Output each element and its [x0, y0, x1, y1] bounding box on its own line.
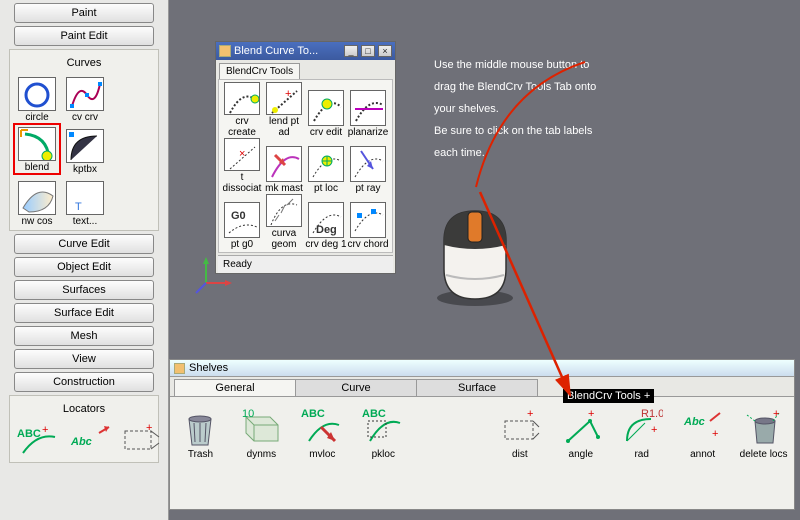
- construction-button[interactable]: Construction: [14, 372, 154, 392]
- shelves-titlebar[interactable]: Shelves: [170, 360, 794, 377]
- shelf-item-mvloc[interactable]: ABCmvloc: [298, 407, 347, 460]
- shelf-tabs: General Curve Surface: [170, 377, 794, 397]
- svg-text:ABC: ABC: [362, 408, 386, 420]
- locators-row: ABC+ Abc +: [13, 419, 173, 457]
- shelf-tab-general[interactable]: General: [174, 379, 296, 396]
- mouse-icon: [432, 205, 518, 308]
- svg-text:+: +: [651, 424, 657, 436]
- svg-text:T: T: [75, 201, 82, 213]
- svg-text:+: +: [588, 408, 594, 420]
- locator-abc-arrow-icon[interactable]: Abc: [69, 423, 111, 457]
- float-status: Ready: [218, 255, 393, 273]
- shelf-item-delete-locs[interactable]: +delete locs: [739, 407, 788, 460]
- float-tool-curva-geom[interactable]: curva geom: [263, 194, 305, 250]
- surfaces-button[interactable]: Surfaces: [14, 280, 154, 300]
- svg-text:R1.0: R1.0: [641, 408, 663, 420]
- shelf-item-angle[interactable]: +angle: [556, 407, 605, 460]
- shelf-item-annot[interactable]: Abc+annot: [678, 407, 727, 460]
- svg-text:+: +: [42, 424, 48, 436]
- svg-text:+: +: [146, 423, 152, 434]
- svg-text:Abc: Abc: [683, 416, 705, 428]
- shelf-item-rad[interactable]: R1.0+rad: [617, 407, 666, 460]
- left-toolbox: Paint Paint Edit Curves circle cv crv bl…: [0, 0, 169, 520]
- view-button[interactable]: View: [14, 349, 154, 369]
- float-tool-pt-loc[interactable]: pt loc: [305, 138, 347, 194]
- shelf-item-trash[interactable]: Trash: [176, 407, 225, 460]
- svg-text:G0: G0: [231, 210, 246, 222]
- tool-kptbx[interactable]: kptbx: [61, 123, 109, 175]
- close-button[interactable]: ×: [378, 45, 392, 57]
- shelf-item-dist[interactable]: +dist: [495, 407, 544, 460]
- blendcrv-tools-tab[interactable]: BlendCrv Tools: [219, 63, 300, 79]
- tool-text[interactable]: T text...: [61, 175, 109, 227]
- blendcrv-float-window[interactable]: Blend Curve To... _ □ × BlendCrv Tools c…: [215, 41, 396, 274]
- float-tool-pt-g0[interactable]: G0pt g0: [221, 194, 263, 250]
- shelf-item-pkloc[interactable]: ABCpkloc: [359, 407, 408, 460]
- minimize-button[interactable]: _: [344, 45, 358, 57]
- svg-text:ABC: ABC: [301, 408, 325, 420]
- tool-circle[interactable]: circle: [13, 71, 61, 123]
- svg-text:×: ×: [239, 148, 245, 160]
- svg-text:+: +: [527, 408, 533, 420]
- svg-text:Abc: Abc: [70, 436, 92, 448]
- locators-title: Locators: [13, 399, 155, 417]
- float-tool-crv-create[interactable]: crv create: [221, 82, 263, 138]
- shelves-title-label: Shelves: [189, 362, 228, 374]
- float-tool-lend-pt-ad[interactable]: +lend pt ad: [263, 82, 305, 138]
- locator-abc-green-icon[interactable]: ABC+: [17, 423, 59, 457]
- paint-button[interactable]: Paint: [14, 3, 154, 23]
- svg-text:Deg: Deg: [316, 224, 337, 236]
- tool-cv-crv[interactable]: cv crv: [61, 71, 109, 123]
- curve-edit-button[interactable]: Curve Edit: [14, 234, 154, 254]
- locator-dashbox-icon[interactable]: +: [121, 423, 163, 457]
- float-tool-crv-edit[interactable]: crv edit: [305, 82, 347, 138]
- object-edit-button[interactable]: Object Edit: [14, 257, 154, 277]
- svg-text:+: +: [773, 408, 779, 420]
- float-tool-mk-mast[interactable]: mk mast: [263, 138, 305, 194]
- svg-text:+: +: [285, 88, 291, 100]
- float-tool-dissociat[interactable]: ×t dissociat: [221, 138, 263, 194]
- float-tool-crv-chord[interactable]: crv chord: [347, 194, 389, 250]
- shelf-item-dynms[interactable]: 10dynms: [237, 407, 286, 460]
- instruction-text: Use the middle mouse button to drag the …: [434, 54, 780, 164]
- locators-palette: Locators ABC+ Abc +: [9, 395, 159, 463]
- float-title: Blend Curve To...: [234, 45, 341, 57]
- svg-text:10: 10: [242, 408, 254, 420]
- surface-edit-button[interactable]: Surface Edit: [14, 303, 154, 323]
- drag-label: BlendCrv Tools +: [563, 389, 654, 403]
- shelf-tab-surface[interactable]: Surface: [416, 379, 538, 396]
- app-icon: [219, 45, 231, 57]
- shelf-tab-curve[interactable]: Curve: [295, 379, 417, 396]
- paint-edit-button[interactable]: Paint Edit: [14, 26, 154, 46]
- curves-palette-title: Curves: [13, 53, 155, 71]
- shelves-panel: Shelves General Curve Surface BlendCrv T…: [169, 359, 795, 510]
- float-tool-pt-ray[interactable]: pt ray: [347, 138, 389, 194]
- mesh-button[interactable]: Mesh: [14, 326, 154, 346]
- float-tool-grid: crv create +lend pt ad crv edit planariz…: [218, 79, 393, 253]
- shelf-content[interactable]: BlendCrv Tools + Trash 10dynms ABCmvloc …: [170, 397, 794, 509]
- shelves-icon: [174, 363, 185, 374]
- maximize-button[interactable]: □: [361, 45, 375, 57]
- tool-blend[interactable]: blend: [13, 123, 61, 175]
- svg-text:ABC: ABC: [17, 428, 41, 440]
- float-tool-planarize[interactable]: planarize: [347, 82, 389, 138]
- tool-nw-cos[interactable]: nw cos: [13, 175, 61, 227]
- float-tool-crv-deg-1[interactable]: Degcrv deg 1: [305, 194, 347, 250]
- curves-palette: Curves circle cv crv blend kptbx nw cos: [9, 49, 159, 231]
- float-titlebar[interactable]: Blend Curve To... _ □ ×: [216, 42, 395, 60]
- svg-text:+: +: [712, 428, 718, 440]
